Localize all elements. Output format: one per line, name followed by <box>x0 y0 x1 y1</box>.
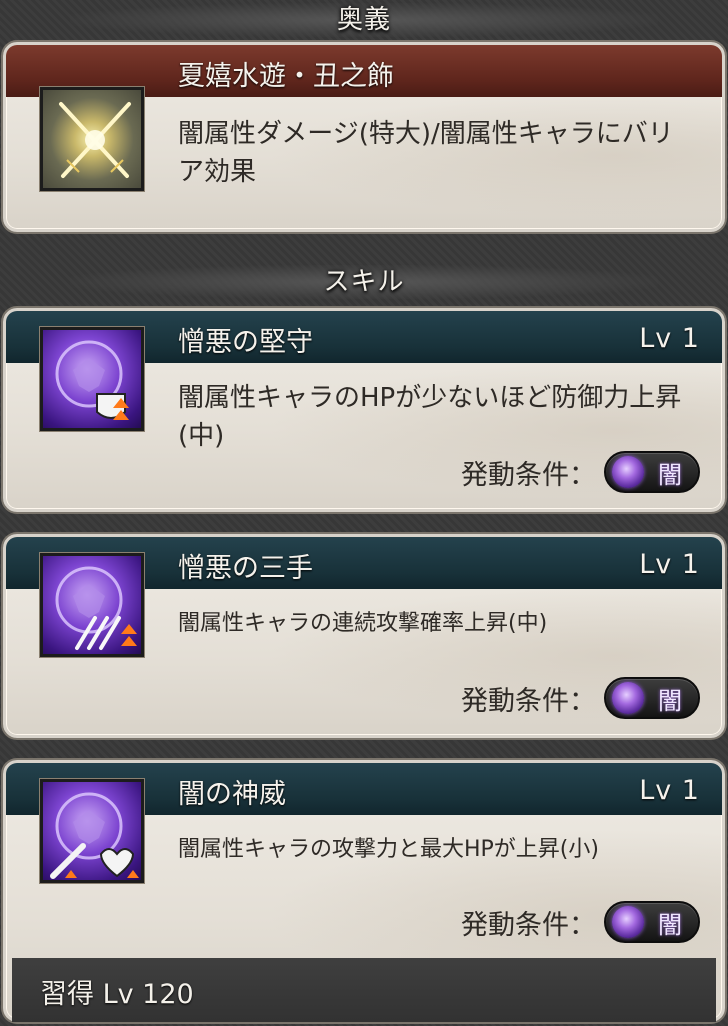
skill-panel-2[interactable]: 憎悪の三手 Lv 1 闇属性キャラの連続攻撃確率上昇(中) 発動条件： 闇 <box>3 534 725 738</box>
dark-element-badge: 闇 <box>604 677 700 719</box>
skill-description: 闇属性キャラの連続攻撃確率上昇(中) <box>178 611 548 636</box>
ougi-description: 闇属性ダメージ(特大)/闇属性キャラにバリア効果 <box>178 119 674 187</box>
activation-condition: 発動条件： 闇 <box>461 677 700 719</box>
skill-panel-1[interactable]: 憎悪の堅守 Lv 1 闇属性キャラのHPが少ないほど防御力上昇(中) 発動条件：… <box>3 308 725 512</box>
dark-element-badge: 闇 <box>604 451 700 493</box>
ougi-title: 夏嬉水遊・丑之飾 <box>178 61 394 92</box>
dark-orb-icon <box>612 906 644 938</box>
activation-condition: 発動条件： 闇 <box>461 451 700 493</box>
skill-name: 闇の神威 <box>178 779 286 810</box>
dark-orb-icon <box>612 682 644 714</box>
skills-section-header: スキル <box>0 264 728 300</box>
element-label: 闇 <box>658 686 682 715</box>
skill-level: Lv 1 <box>639 323 700 354</box>
ougi-section-header: 奥義 <box>0 2 728 38</box>
dark-attack-hp-up-icon <box>40 779 144 883</box>
acquire-level-footer: 習得 Lv 120 <box>12 958 716 1022</box>
activation-condition: 発動条件： 闇 <box>461 901 700 943</box>
skill-description: 闇属性キャラのHPが少ないほど防御力上昇(中) <box>178 383 682 451</box>
skill-name: 憎悪の堅守 <box>178 327 313 358</box>
element-label: 闇 <box>658 460 682 489</box>
skill-name: 憎悪の三手 <box>178 553 313 584</box>
dark-shield-up-icon <box>40 327 144 431</box>
crossed-swords-icon <box>40 87 144 191</box>
acquire-level-text: 習得 Lv 120 <box>40 979 194 1010</box>
ougi-panel[interactable]: 夏嬉水遊・丑之飾 闇属性ダメージ(特大)/闇属性キャラにバリア効果 <box>3 42 725 232</box>
dark-multiattack-up-icon <box>40 553 144 657</box>
condition-label: 発動条件： <box>461 685 596 717</box>
skill-level: Lv 1 <box>639 549 700 580</box>
dark-element-badge: 闇 <box>604 901 700 943</box>
element-label: 闇 <box>658 910 682 939</box>
condition-label: 発動条件： <box>461 909 596 941</box>
skill-level: Lv 1 <box>639 775 700 806</box>
condition-label: 発動条件： <box>461 459 596 491</box>
dark-orb-icon <box>612 456 644 488</box>
skill-description: 闇属性キャラの攻撃力と最大HPが上昇(小) <box>178 837 599 862</box>
